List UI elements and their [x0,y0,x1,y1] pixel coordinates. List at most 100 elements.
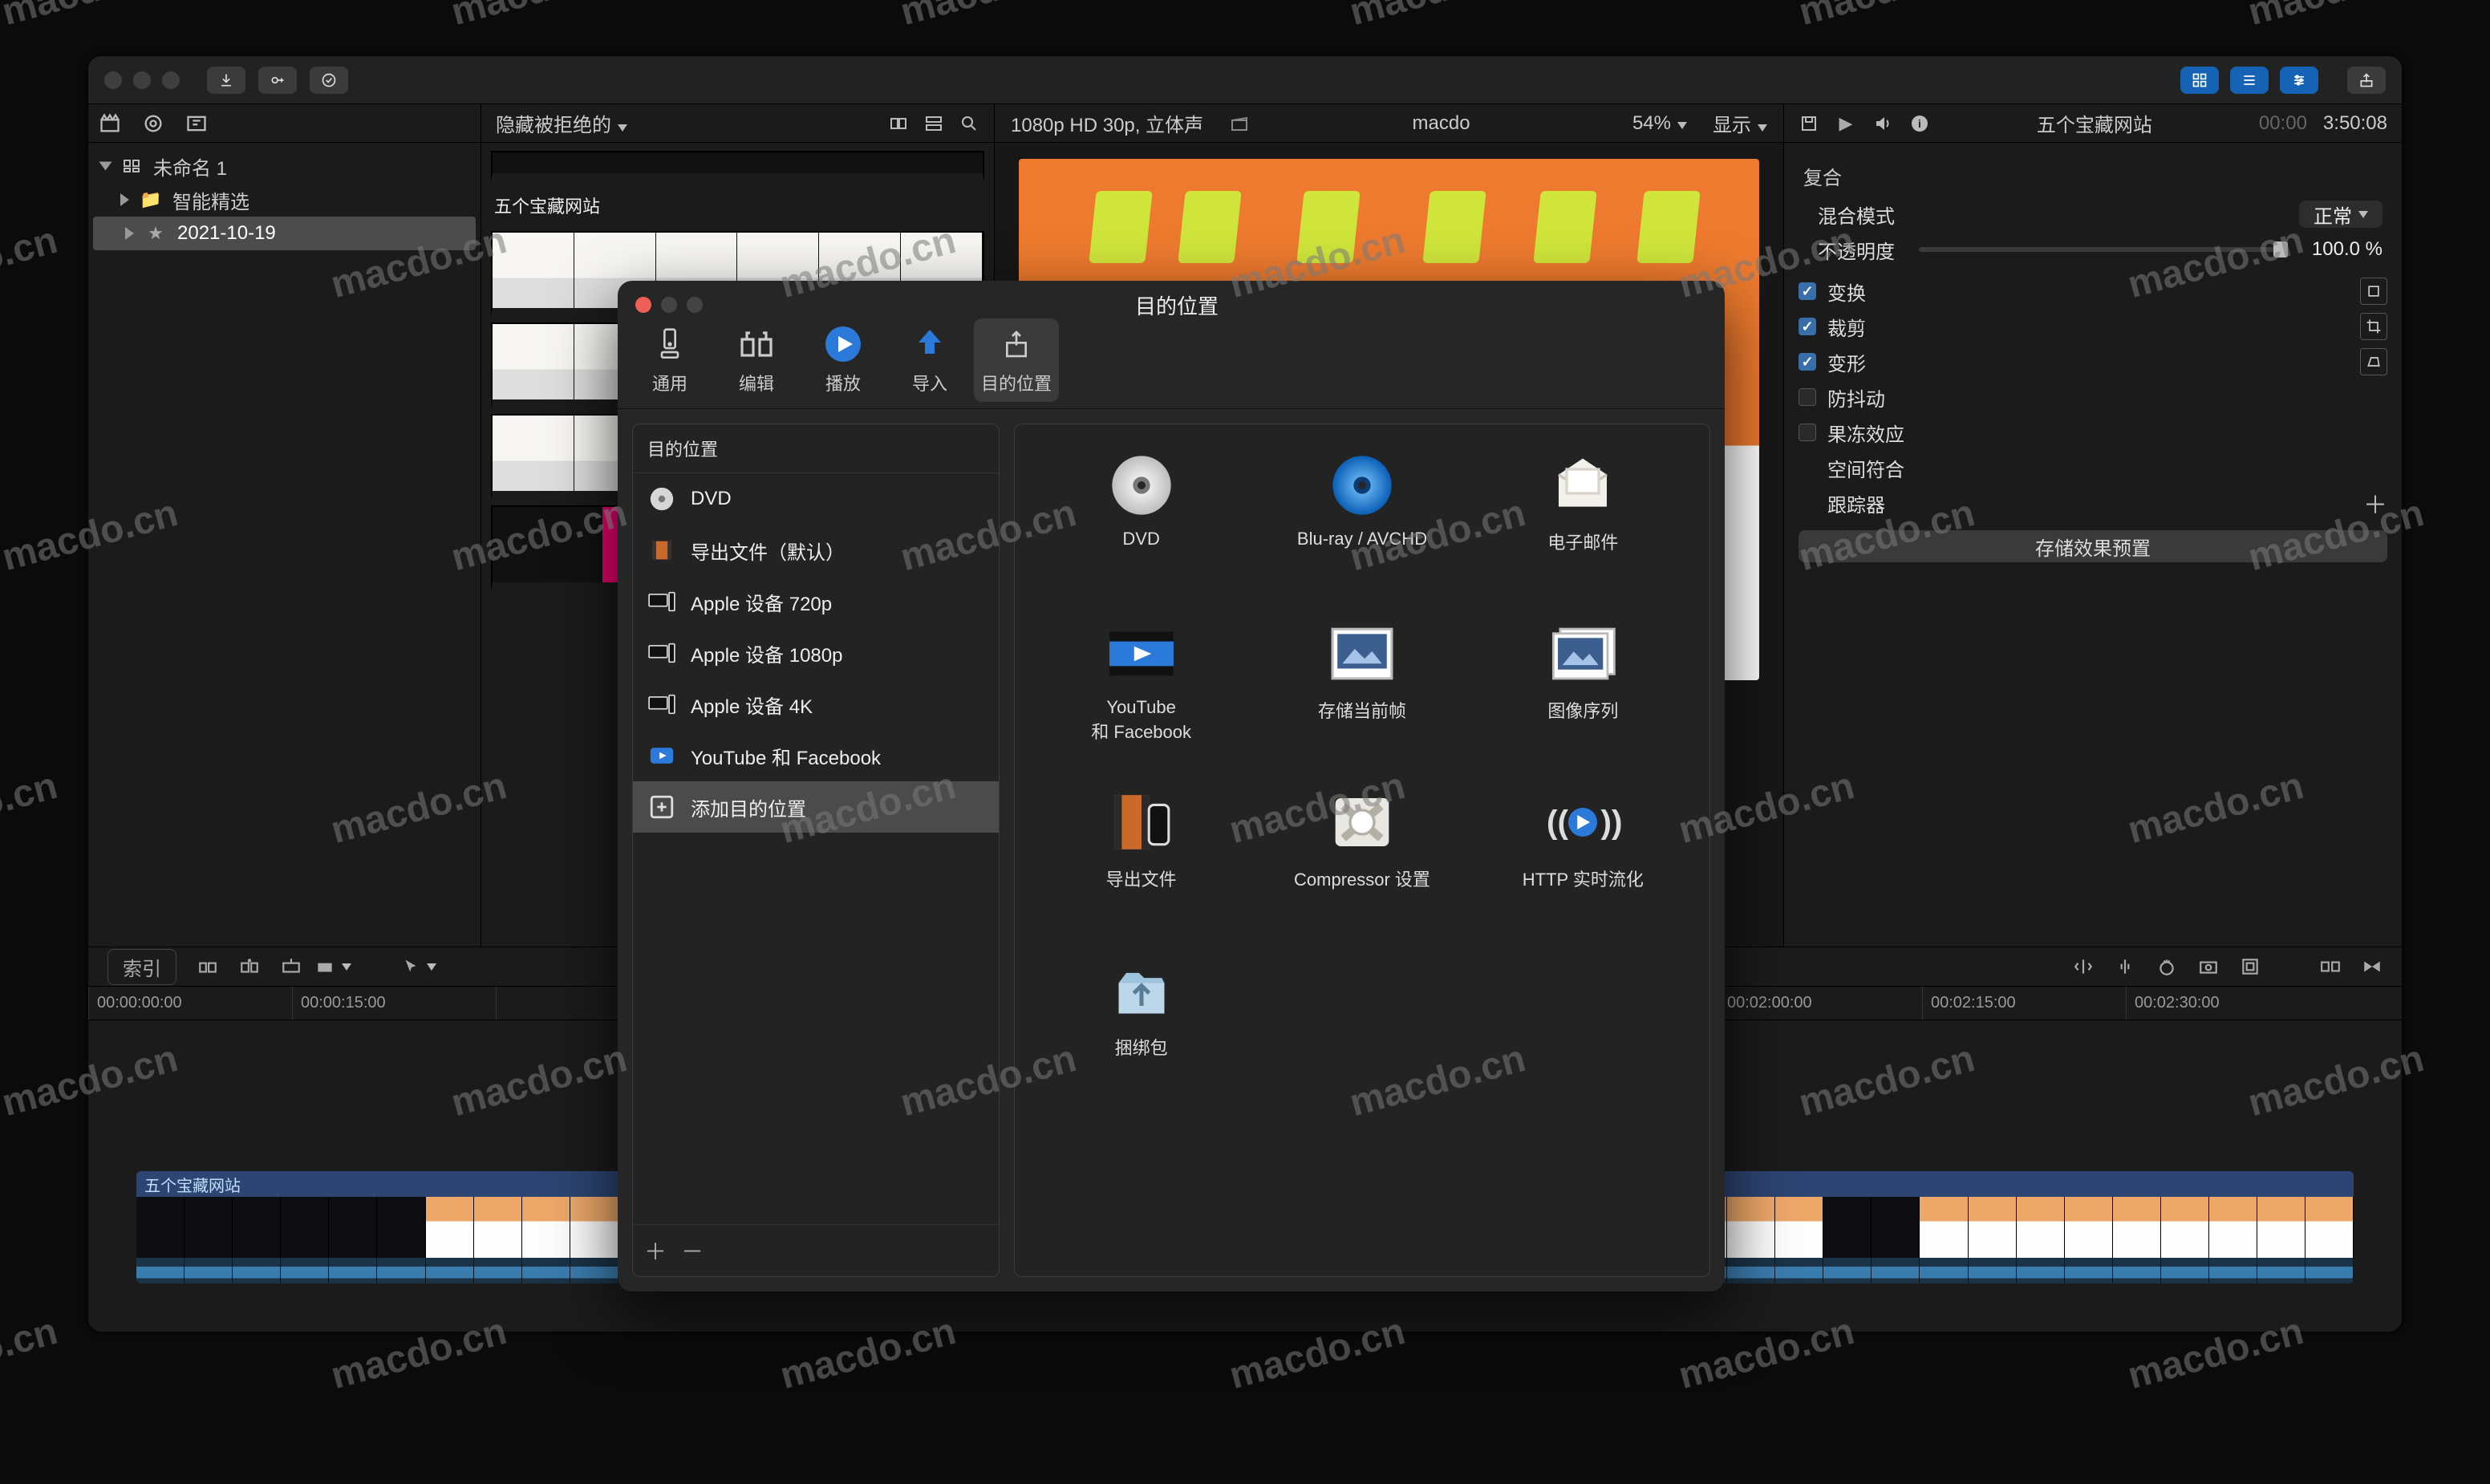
ruler-mark[interactable]: 00:00:00:00 [88,987,292,1020]
connect-dropdown-icon[interactable] [322,956,343,977]
effects-browser-icon[interactable] [2240,956,2261,977]
destination-label: Apple 设备 1080p [691,639,842,667]
destination-tile[interactable]: 导出文件 [1045,790,1238,891]
destination-tile[interactable]: YouTube 和 Facebook [1045,622,1238,744]
checkbox-icon[interactable]: ✓ [1799,282,1816,300]
titles-icon[interactable] [186,113,207,134]
zoom-dropdown[interactable]: 54% [1632,112,1687,135]
view-list-button[interactable] [2230,67,2269,94]
add-tracker-icon[interactable]: ＋ [2363,485,2387,521]
search-icon[interactable] [959,113,979,134]
modal-tab[interactable]: 目的位置 [974,318,1059,402]
disclosure-icon[interactable] [125,227,134,240]
add-button[interactable]: ＋ [644,1235,667,1267]
insert-icon[interactable] [197,956,218,977]
import-button[interactable] [207,67,245,94]
checkbox-icon[interactable]: ✓ [1799,353,1816,371]
solo-icon[interactable] [2156,956,2177,977]
library-root[interactable]: 未命名 1 [88,149,481,183]
bowtie-icon[interactable] [2362,956,2383,977]
destination-tile-label: 捆绑包 [1115,1034,1168,1060]
snapshot-icon[interactable] [2198,956,2219,977]
transform-icon[interactable] [2360,278,2387,305]
blend-mode-dropdown[interactable]: 正常 [2299,201,2383,228]
sidebar-footer: ＋ － [633,1224,999,1276]
checkbox-icon[interactable]: ✓ [1799,388,1816,406]
traffic-lights[interactable] [104,71,180,89]
destination-item[interactable]: 导出文件（默认） [633,525,999,576]
destination-item[interactable]: Apple 设备 720p [633,576,999,627]
row-transform[interactable]: ✓变换 [1799,274,2387,309]
row-stabilize[interactable]: ✓防抖动 [1799,379,2387,415]
transitions-icon[interactable] [2320,956,2341,977]
device-icon [647,639,676,667]
share-button[interactable] [2347,67,2386,94]
save-icon[interactable] [1799,113,1819,134]
modal-tab[interactable]: 导入 [887,318,972,402]
ruler-mark[interactable]: 00:00:15:00 [292,987,496,1020]
destination-tile[interactable]: 捆绑包 [1045,959,1238,1060]
destination-item[interactable]: Apple 设备 4K [633,679,999,730]
opacity-value[interactable]: 100.0 % [2312,238,2383,261]
audio-icon[interactable] [1872,113,1893,134]
inspector-header: ▶ i 五个宝藏网站 00:00 3:50:08 [1784,104,2402,142]
clip-thumb[interactable] [491,151,984,183]
modal-tab[interactable]: 播放 [801,318,886,402]
destination-tile[interactable]: (())HTTP 实时流化 [1486,790,1679,891]
index-button[interactable]: 索引 [107,949,176,985]
sidebar-header: 目的位置 [633,424,999,473]
destination-item[interactable]: Apple 设备 1080p [633,627,999,679]
opacity-slider[interactable] [1919,247,2288,252]
modal-tab[interactable]: 通用 [627,318,712,402]
row-tracker[interactable]: 跟踪器＋ [1799,485,2387,521]
disclosure-icon[interactable] [99,162,112,171]
crop-icon[interactable] [2360,313,2387,340]
sidebar-item-smart[interactable]: 📁 智能精选 [88,183,481,217]
row-crop[interactable]: ✓裁剪 [1799,309,2387,344]
ruler-mark[interactable]: 00:02:30:00 [2126,987,2330,1020]
photos-icon[interactable] [143,113,164,134]
tab-icon [997,325,1036,363]
append-icon[interactable] [239,956,260,977]
destination-tile[interactable]: 图像序列 [1486,622,1679,723]
destination-tile[interactable]: 电子邮件 [1486,453,1679,554]
ruler-mark[interactable]: 00:02:00:00 [1718,987,1922,1020]
clapper-icon[interactable] [99,113,120,134]
sidebar-item-event[interactable]: ★ 2021-10-19 [93,217,476,250]
bg-tasks-button[interactable] [310,67,348,94]
save-preset-button[interactable]: 存储效果预置 [1799,530,2387,562]
list-view-icon[interactable] [923,113,944,134]
checkbox-icon[interactable]: ✓ [1799,318,1816,335]
destination-tile[interactable]: Blu-ray / AVCHD [1266,453,1458,549]
audio-skimming-icon[interactable] [2115,956,2135,977]
remove-button[interactable]: － [681,1235,704,1267]
row-spatial[interactable]: 空间符合 [1799,450,2387,485]
filter-rejected-dropdown[interactable]: 隐藏被拒绝的 [496,109,627,137]
tab-icon [651,325,689,363]
destination-tile[interactable]: 存储当前帧 [1266,622,1458,723]
checkbox-icon[interactable]: ✓ [1799,424,1816,441]
disclosure-icon[interactable] [120,193,129,206]
overwrite-icon[interactable] [281,956,302,977]
destination-item[interactable]: YouTube 和 Facebook [633,730,999,781]
row-rolling[interactable]: ✓果冻效应 [1799,415,2387,450]
clip-view-icon[interactable] [888,113,909,134]
keyword-button[interactable] [258,67,297,94]
view-grid-button[interactable] [2180,67,2219,94]
view-inspector-button[interactable] [2280,67,2318,94]
destination-item[interactable]: DVD [633,473,999,525]
skimming-icon[interactable] [2073,956,2094,977]
distort-icon[interactable] [2360,348,2387,375]
destination-tile[interactable]: DVD [1045,453,1238,549]
info-icon[interactable]: i [1909,113,1930,134]
modal-traffic-lights[interactable] [635,297,703,313]
display-dropdown[interactable]: 显示 [1713,109,1767,137]
video-icon[interactable]: ▶ [1835,113,1856,134]
row-distort[interactable]: ✓变形 [1799,344,2387,379]
destination-tile[interactable]: Compressor 设置 [1266,790,1458,891]
device-icon [647,690,676,719]
select-tool-dropdown[interactable] [409,956,430,977]
destination-item[interactable]: 添加目的位置 [633,781,999,833]
modal-tab[interactable]: 编辑 [714,318,799,402]
ruler-mark[interactable]: 00:02:15:00 [1922,987,2126,1020]
